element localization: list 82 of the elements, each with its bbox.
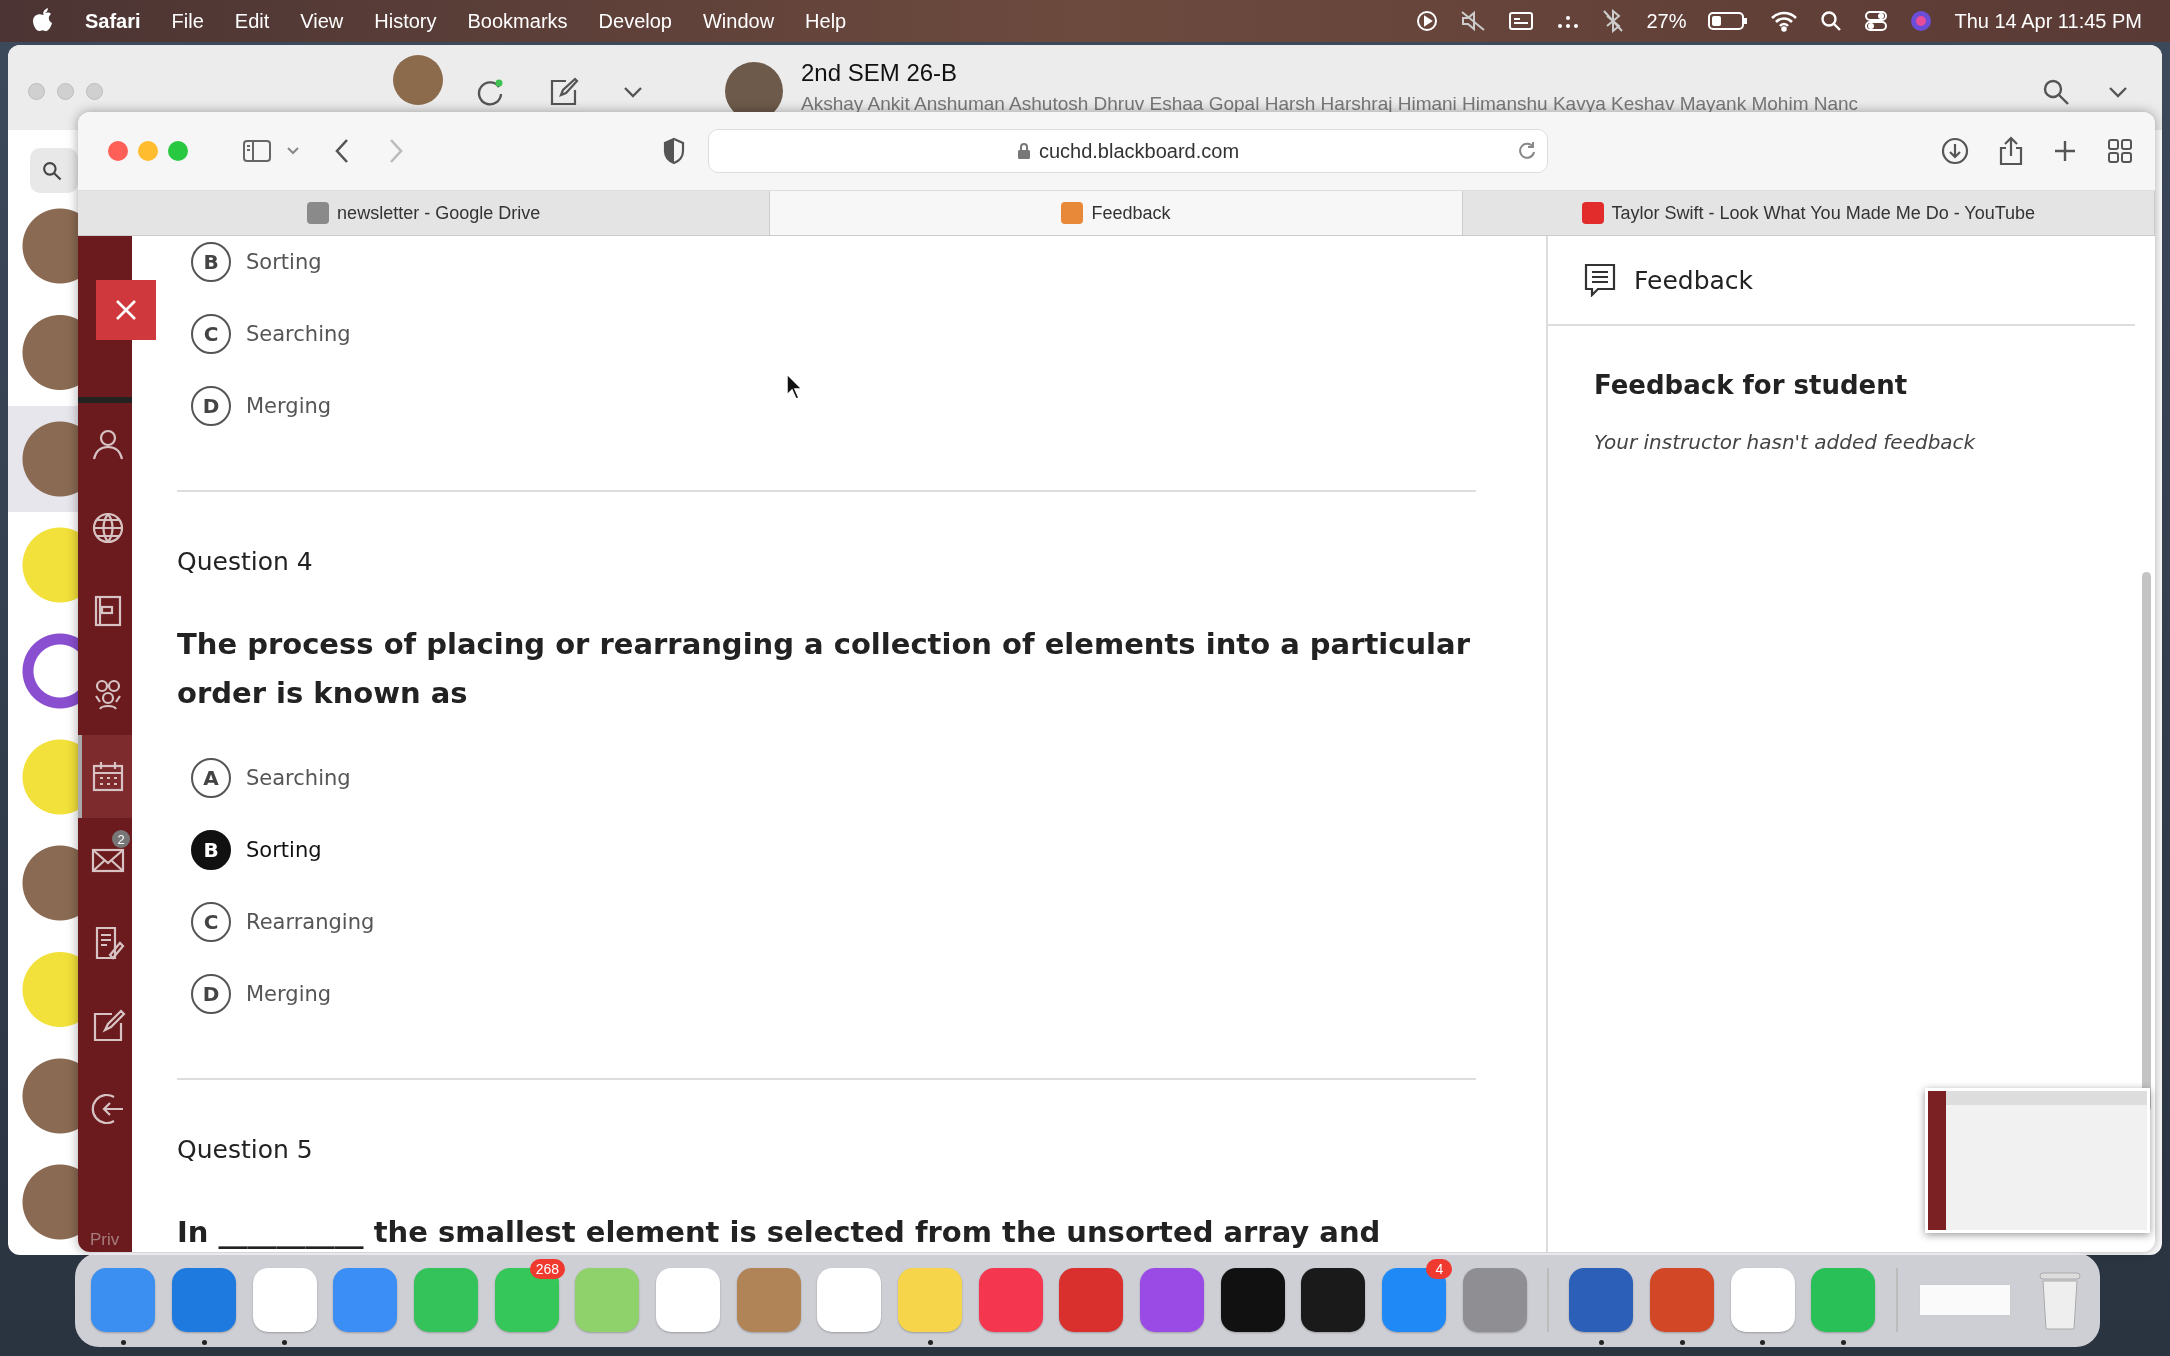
display-icon[interactable] (1508, 11, 1535, 31)
close-icon (115, 299, 137, 321)
answer-text: Merging (246, 394, 332, 418)
lock-icon (1016, 142, 1031, 160)
wifi-icon[interactable] (1770, 10, 1799, 32)
chat-item[interactable] (8, 405, 78, 512)
menu-item[interactable]: Bookmarks (467, 9, 568, 33)
browser-tab[interactable]: Feedback (770, 191, 1463, 235)
chevron-down-icon[interactable] (2108, 85, 2128, 99)
sidebar-item[interactable]: 2 (78, 818, 132, 901)
browser-tab[interactable]: newsletter - Google Drive (78, 191, 771, 235)
screenshot-thumbnail[interactable] (1925, 1088, 2150, 1233)
address-bar[interactable]: cuchd.blackboard.com (708, 129, 1548, 173)
answer-text: Sorting (246, 838, 322, 862)
apple-logo-icon[interactable] (32, 8, 54, 34)
question-text: The process of placing or rearranging a collection of elements into a particular order is known as (177, 626, 1471, 712)
mute-icon[interactable] (1460, 10, 1487, 32)
chevron-down-icon[interactable] (623, 85, 643, 99)
reload-icon[interactable] (1517, 140, 1537, 160)
answer-marker: B (191, 242, 231, 282)
menu-item[interactable]: Window (702, 9, 775, 33)
answer-marker: B (191, 830, 231, 870)
date-time[interactable]: Thu 14 Apr 11:45 PM (1954, 9, 2142, 33)
group-members: Akshay Ankit Anshuman Ashutosh Dhruv Eshaa Gopal Harsh Harshraj Himani Himanshu Kavya Keshav Mayank Mohim Nanc (801, 93, 1859, 115)
question-label: Question 4 (177, 546, 314, 578)
answer-text: Sorting (246, 250, 322, 274)
close-button[interactable] (96, 280, 156, 340)
answer-marker: C (191, 314, 231, 354)
browser-tab[interactable]: Taylor Swift - Look What You Made Me Do - YouTube (1462, 191, 2155, 235)
answer-marker: D (191, 386, 231, 426)
refresh-icon[interactable] (475, 77, 505, 107)
profile-avatar[interactable] (393, 55, 443, 105)
sidebar-item[interactable] (78, 735, 132, 818)
chevron-down-icon[interactable] (286, 146, 300, 156)
menu-item[interactable]: History (374, 9, 437, 33)
sidebar-icon[interactable] (242, 139, 272, 163)
app-icon[interactable] (1301, 1268, 1366, 1332)
panel-title: Feedback (1634, 265, 1754, 295)
play-icon[interactable] (1416, 10, 1439, 32)
search-icon (42, 160, 62, 181)
site-icon (307, 202, 330, 224)
search-icon[interactable] (1820, 10, 1843, 32)
siri-icon[interactable] (1910, 10, 1933, 32)
plus-icon[interactable] (2053, 139, 2077, 163)
battery-icon[interactable] (1708, 11, 1749, 31)
menu-item[interactable]: Edit (234, 9, 270, 33)
unread-badge: 2 (112, 830, 130, 848)
answer-text: Rearranging (246, 910, 375, 934)
answer-text: Searching (246, 766, 351, 790)
question-text: In __________ the smallest element is selected from the unsorted array and (177, 1214, 1382, 1251)
play-icon (1581, 202, 1604, 224)
question-label: Question 5 (177, 1134, 314, 1166)
notification-badge: 268 (529, 1259, 566, 1279)
bluetooth-off-icon[interactable] (1602, 9, 1625, 33)
menu-item[interactable]: View (300, 9, 344, 33)
share-icon[interactable] (1999, 136, 2023, 166)
shield-icon[interactable] (662, 137, 686, 165)
answer-marker: C (191, 902, 231, 942)
menu-item[interactable]: Safari (85, 9, 141, 33)
menu-item[interactable]: Help (805, 9, 847, 33)
search-field[interactable] (30, 148, 78, 194)
control-center-icon[interactable] (1864, 10, 1889, 32)
search-icon[interactable] (2042, 78, 2070, 106)
close-window-button[interactable] (108, 141, 128, 161)
notification-badge: 4 (1426, 1259, 1453, 1279)
feedback-heading: Feedback for student (1594, 370, 1909, 400)
menu-item[interactable]: File (171, 9, 204, 33)
battery-percent: 27% (1646, 9, 1687, 33)
compose-icon[interactable] (549, 77, 579, 107)
message-icon (1584, 263, 1616, 297)
answer-marker: D (191, 974, 231, 1014)
answer-text: Merging (246, 982, 332, 1006)
group-title: 2nd SEM 26-B (801, 59, 959, 87)
tab-overview-icon[interactable] (2107, 138, 2133, 164)
pencil-icon (1061, 202, 1084, 224)
menu-item[interactable]: Develop (598, 9, 672, 33)
answer-text: Searching (246, 322, 351, 346)
answer-marker: A (191, 758, 231, 798)
feedback-note: Your instructor hasn't added feedback (1594, 430, 1977, 454)
download-icon[interactable] (1941, 137, 1969, 165)
app-icon[interactable] (1220, 1268, 1285, 1332)
back-icon[interactable] (334, 138, 350, 164)
